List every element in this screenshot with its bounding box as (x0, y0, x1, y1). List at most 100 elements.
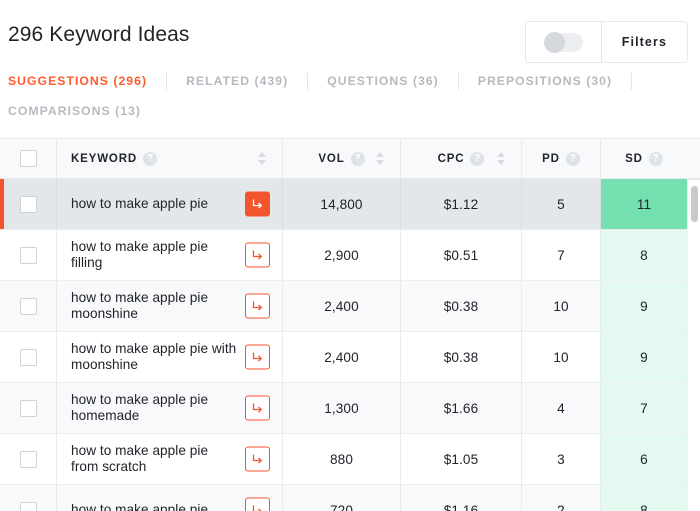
help-icon-pd[interactable]: ? (565, 151, 580, 166)
table-row[interactable]: how to make apple pie moonshine 2,400 $0.3… (0, 281, 700, 332)
tab-prepositions[interactable]: PREPOSITIONS (30) (478, 66, 612, 96)
header-label-sd: SD (625, 152, 643, 165)
row-sd-value: 9 (640, 298, 648, 314)
keyword-explorer-panel: 296 Keyword Ideas Filters SUGGESTIONS (2… (0, 0, 700, 511)
row-keyword-cell[interactable]: how to make apple pie filling (57, 230, 283, 280)
sort-descending-icon (376, 160, 384, 165)
row-checkbox[interactable] (19, 246, 37, 264)
row-sd-cell: 8 (601, 485, 687, 511)
help-icon-vol[interactable]: ? (350, 151, 365, 166)
table-row[interactable]: how to make apple pie with moonshine 2,40… (0, 332, 700, 383)
header-label-keyword: KEYWORD (71, 152, 138, 165)
advanced-toggle[interactable] (526, 22, 602, 62)
sort-ascending-icon (258, 152, 266, 157)
table-row[interactable]: how to make apple pie homemade 1,300 $1.66… (0, 383, 700, 434)
header-cell-pd[interactable]: PD ? (522, 139, 601, 178)
toggle-track[interactable] (543, 31, 583, 53)
tab-comparisons[interactable]: COMPARISONS (13) (8, 96, 141, 126)
table-row[interactable]: how to make apple pie filling 2,900 $0.51 7… (0, 230, 700, 281)
row-keyword-cell[interactable]: how to make apple pie (57, 485, 283, 511)
row-checkbox[interactable] (19, 399, 37, 417)
help-icon-sd[interactable]: ? (648, 151, 663, 166)
row-vol-value: 2,400 (324, 349, 359, 365)
panel-header: 296 Keyword Ideas Filters (0, 0, 700, 70)
table-row[interactable]: how to make apple pie 720 $1.16 2 8 (0, 485, 700, 511)
open-keyword-button[interactable] (245, 242, 270, 268)
row-vol-value: 880 (330, 451, 353, 467)
table-body: how to make apple pie 14,800 $1.12 5 11 how t… (0, 179, 700, 511)
row-vol-value: 2,400 (324, 298, 359, 314)
open-keyword-button[interactable] (245, 395, 270, 421)
row-cpc-cell: $0.38 (401, 332, 522, 382)
keyword-table: KEYWORD ? VOL ? CPC ? PD ? SD ? how to m… (0, 138, 700, 511)
row-pd-cell: 2 (522, 485, 601, 511)
help-icon-keyword[interactable]: ? (143, 151, 158, 166)
row-keyword-cell[interactable]: how to make apple pie (57, 179, 283, 229)
table-row[interactable]: how to make apple pie 14,800 $1.12 5 11 (0, 179, 700, 230)
row-sd-value: 8 (640, 247, 648, 263)
row-checkbox[interactable] (19, 450, 37, 468)
sort-icon-cpc[interactable] (497, 152, 505, 165)
tab-questions[interactable]: QUESTIONS (36) (327, 66, 439, 96)
row-cpc-value: $1.05 (443, 451, 479, 467)
row-checkbox[interactable] (19, 348, 37, 366)
row-keyword-cell[interactable]: how to make apple pie moonshine (57, 281, 283, 331)
row-sd-cell: 11 (601, 179, 687, 229)
open-keyword-button[interactable] (245, 497, 270, 511)
open-keyword-button[interactable] (245, 446, 270, 472)
row-pd-cell: 10 (522, 281, 601, 331)
filters-button[interactable]: Filters (602, 22, 687, 62)
row-vol-cell: 880 (283, 434, 401, 484)
row-vol-value: 14,800 (320, 196, 363, 212)
scrollbar-thumb[interactable] (691, 186, 698, 222)
header-cell-sd[interactable]: SD ? (601, 139, 687, 178)
row-cpc-cell: $0.38 (401, 281, 522, 331)
sort-icon-keyword[interactable] (258, 152, 266, 165)
row-select-cell (0, 281, 57, 331)
row-sd-value: 6 (640, 451, 648, 467)
header-cell-cpc[interactable]: CPC ? (401, 139, 522, 178)
row-vol-cell: 14,800 (283, 179, 401, 229)
table-row[interactable]: how to make apple pie from scratch 880 $1.… (0, 434, 700, 485)
sort-descending-icon (258, 160, 266, 165)
row-pd-value: 2 (557, 502, 565, 511)
row-sd-cell: 8 (601, 230, 687, 280)
select-all-checkbox[interactable] (19, 150, 37, 167)
row-sd-value: 7 (640, 400, 648, 416)
row-keyword-cell[interactable]: how to make apple pie from scratch (57, 434, 283, 484)
toggle-knob[interactable] (543, 31, 565, 53)
help-icon-cpc[interactable]: ? (470, 151, 485, 166)
row-pd-value: 10 (553, 349, 569, 365)
row-select-cell (0, 383, 57, 433)
header-label-cpc: CPC (437, 152, 465, 165)
tab-related[interactable]: RELATED (439) (186, 66, 288, 96)
arrow-right-into-box-icon (252, 199, 262, 209)
row-sd-value: 8 (640, 502, 648, 511)
row-checkbox[interactable] (19, 195, 37, 213)
row-select-cell (0, 179, 57, 229)
header-cell-vol[interactable]: VOL ? (283, 139, 401, 178)
open-keyword-button[interactable] (245, 191, 270, 217)
tab-divider (631, 72, 633, 90)
open-keyword-button[interactable] (245, 344, 270, 370)
row-checkbox[interactable] (19, 297, 37, 315)
row-checkbox[interactable] (19, 501, 37, 511)
row-select-cell (0, 332, 57, 382)
open-keyword-button[interactable] (245, 293, 270, 319)
row-pd-cell: 7 (522, 230, 601, 280)
tab-suggestions[interactable]: SUGGESTIONS (296) (8, 66, 147, 96)
sort-descending-icon (497, 160, 505, 165)
row-vol-cell: 720 (283, 485, 401, 511)
row-keyword-text: how to make apple pie (71, 196, 209, 211)
row-vol-cell: 2,900 (283, 230, 401, 280)
table-scrollbar[interactable] (687, 180, 700, 511)
header-select-all-cell (0, 139, 57, 178)
sort-icon-vol[interactable] (376, 152, 384, 165)
header-cell-keyword[interactable]: KEYWORD ? (57, 139, 283, 178)
row-keyword-cell[interactable]: how to make apple pie with moonshine (57, 332, 283, 382)
sort-ascending-icon (497, 152, 505, 157)
tab-divider (307, 72, 309, 90)
table-header-row: KEYWORD ? VOL ? CPC ? PD ? SD ? (0, 139, 700, 179)
row-pd-value: 4 (557, 400, 565, 416)
row-keyword-cell[interactable]: how to make apple pie homemade (57, 383, 283, 433)
